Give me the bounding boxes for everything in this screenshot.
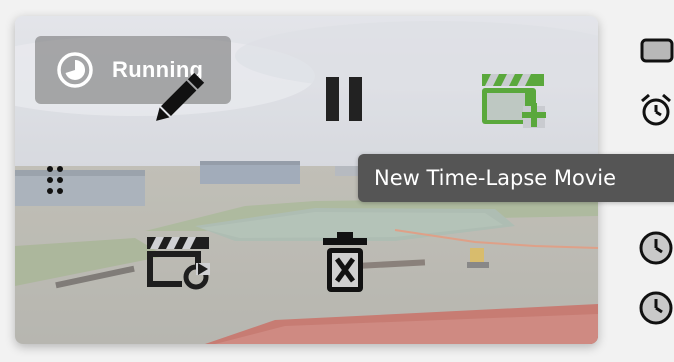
camera-frame-icon[interactable] <box>640 36 674 66</box>
regenerate-movie-button[interactable] <box>142 231 216 293</box>
pause-button[interactable] <box>318 73 370 125</box>
drag-handle[interactable] <box>44 164 66 198</box>
delete-button[interactable] <box>316 228 374 296</box>
movie-add-icon <box>479 70 549 128</box>
alarm-clock-icon[interactable] <box>638 92 674 128</box>
new-timelapse-button[interactable] <box>477 68 551 130</box>
edit-button[interactable] <box>145 66 211 132</box>
trash-x-icon <box>320 230 370 294</box>
pencil-icon <box>146 67 210 131</box>
pause-icon <box>322 75 366 123</box>
progress-clock-icon <box>55 50 95 90</box>
clock-icon[interactable] <box>638 290 674 326</box>
movie-refresh-icon <box>144 233 214 291</box>
tooltip: New Time-Lapse Movie <box>358 154 674 202</box>
clock-icon[interactable] <box>638 230 674 266</box>
tooltip-text: New Time-Lapse Movie <box>374 166 617 190</box>
